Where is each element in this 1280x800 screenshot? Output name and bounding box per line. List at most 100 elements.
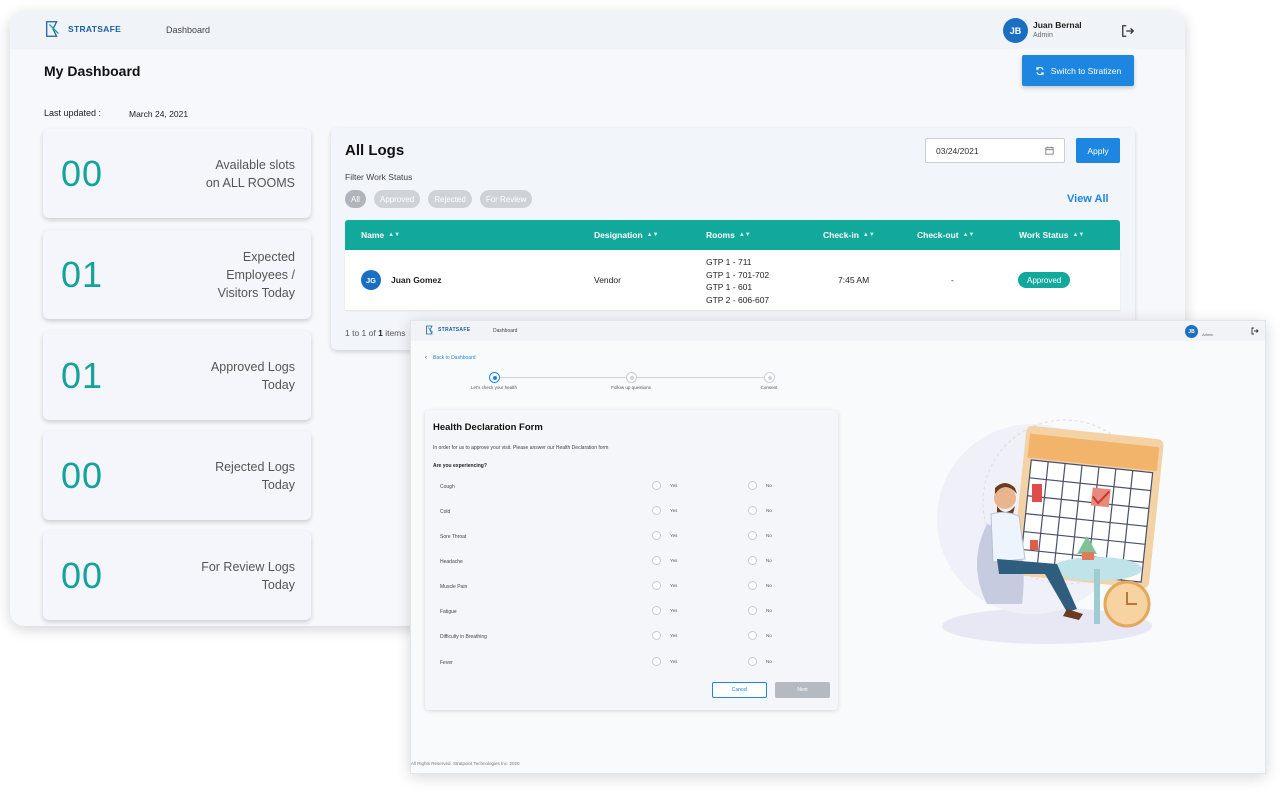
stratsafe-logo-icon bbox=[426, 325, 434, 335]
yes-label: Yes bbox=[670, 508, 678, 513]
cancel-button[interactable]: Cancel bbox=[712, 682, 767, 698]
date-filter-input[interactable]: 03/24/2021 bbox=[925, 138, 1065, 163]
filter-chip-for-review[interactable]: For Review bbox=[479, 190, 533, 208]
stat-card-for-review-logs: 00 For Review Logs Today bbox=[43, 531, 311, 620]
stat-label: Expected Employees / Visitors Today bbox=[217, 249, 295, 300]
column-header-label: Rooms bbox=[706, 230, 735, 240]
column-header-label: Designation bbox=[594, 230, 643, 240]
all-logs-panel: All Logs Filter Work Status All Approved… bbox=[331, 128, 1135, 350]
sort-icon: ▲▼ bbox=[962, 232, 975, 238]
calendar-icon[interactable] bbox=[1045, 146, 1054, 155]
view-all-link[interactable]: View All bbox=[1067, 193, 1109, 205]
back-to-dashboard-link[interactable]: ‹ Back to Dashboard bbox=[425, 355, 476, 361]
user-avatar[interactable]: JB bbox=[1185, 325, 1198, 338]
refresh-icon bbox=[1036, 66, 1044, 75]
user-avatar[interactable]: JB bbox=[1003, 18, 1028, 43]
switch-to-stratizen-button[interactable]: Switch to Stratizen bbox=[1022, 55, 1134, 86]
no-radio[interactable] bbox=[748, 531, 757, 540]
calendar-illustration bbox=[937, 419, 1164, 644]
no-label: No bbox=[766, 608, 772, 613]
stat-label: Available slots on ALL ROOMS bbox=[205, 157, 295, 190]
nav-dashboard-link[interactable]: Dashboard bbox=[493, 328, 517, 334]
no-label: No bbox=[766, 533, 772, 538]
logout-icon[interactable] bbox=[1121, 24, 1135, 38]
user-info: Juan Bernal Admin bbox=[1033, 20, 1082, 39]
step-3-indicator bbox=[764, 372, 775, 383]
no-radio[interactable] bbox=[748, 581, 757, 590]
symptom-row-fatigue: Fatigue Yes No bbox=[425, 606, 838, 618]
pagination-info: 1 to 1 of 1 items bbox=[345, 328, 406, 338]
no-label: No bbox=[766, 583, 772, 588]
yes-radio[interactable] bbox=[652, 606, 661, 615]
stratsafe-logo-icon bbox=[46, 21, 59, 37]
stat-card-rejected-logs: 00 Rejected Logs Today bbox=[43, 431, 311, 520]
apply-button[interactable]: Apply bbox=[1076, 138, 1120, 163]
sort-icon: ▲▼ bbox=[388, 232, 401, 238]
user-role: Admin bbox=[1202, 332, 1214, 337]
no-radio[interactable] bbox=[748, 556, 757, 565]
stat-label: Approved Logs Today bbox=[210, 359, 295, 392]
stat-label: Rejected Logs Today bbox=[215, 459, 295, 492]
symptom-row-difficulty-breathing: Difficulty in Breathing Yes No bbox=[425, 631, 838, 643]
stat-value: 01 bbox=[61, 253, 104, 295]
column-header-designation[interactable]: Designation ▲▼ bbox=[594, 230, 659, 240]
yes-label: Yes bbox=[670, 608, 678, 613]
yes-radio[interactable] bbox=[652, 581, 661, 590]
symptom-name: Fatigue bbox=[440, 609, 457, 615]
table-row[interactable]: JG Juan Gomez Vendor GTP 1 - 711 GTP 1 -… bbox=[345, 250, 1120, 310]
yes-label: Yes bbox=[670, 633, 678, 638]
column-header-label: Check-in bbox=[823, 230, 859, 240]
health-declaration-card: Health Declaration Form In order for us … bbox=[425, 410, 838, 710]
yes-radio[interactable] bbox=[652, 506, 661, 515]
stratsafe-logo[interactable]: STRATSAFE bbox=[44, 20, 121, 38]
all-logs-title: All Logs bbox=[345, 142, 405, 159]
stat-value: 00 bbox=[61, 454, 104, 496]
next-button[interactable]: Next bbox=[775, 682, 830, 698]
yes-radio[interactable] bbox=[652, 481, 661, 490]
date-filter-value: 03/24/2021 bbox=[936, 145, 979, 156]
symptom-name: Difficulty in Breathing bbox=[440, 634, 487, 640]
no-radio[interactable] bbox=[748, 657, 757, 666]
sort-icon: ▲▼ bbox=[1072, 232, 1085, 238]
no-radio[interactable] bbox=[748, 506, 757, 515]
column-header-check-in[interactable]: Check-in ▲▼ bbox=[823, 230, 875, 240]
symptom-name: Cold bbox=[440, 509, 451, 515]
column-header-label: Work Status bbox=[1019, 230, 1069, 240]
yes-label: Yes bbox=[670, 483, 678, 488]
form-top-bar: STRATSAFE Dashboard JB Admin bbox=[411, 321, 1265, 341]
user-name: Juan Bernal bbox=[1033, 20, 1082, 30]
column-header-check-out[interactable]: Check-out ▲▼ bbox=[917, 230, 974, 240]
symptom-name: Fever bbox=[440, 660, 453, 666]
filter-chip-rejected[interactable]: Rejected bbox=[428, 190, 472, 208]
yes-label: Yes bbox=[670, 583, 678, 588]
no-label: No bbox=[766, 508, 772, 513]
column-header-rooms[interactable]: Rooms ▲▼ bbox=[706, 230, 751, 240]
yes-radio[interactable] bbox=[652, 556, 661, 565]
column-header-name[interactable]: Name ▲▼ bbox=[361, 230, 400, 240]
no-label: No bbox=[766, 558, 772, 563]
user-role: Admin bbox=[1033, 32, 1053, 39]
filter-chip-approved[interactable]: Approved bbox=[374, 190, 421, 208]
filter-chip-all[interactable]: All bbox=[345, 190, 366, 208]
symptom-row-headache: Headache Yes No bbox=[425, 556, 838, 568]
row-avatar: JG bbox=[361, 270, 381, 290]
stat-value: 00 bbox=[61, 554, 104, 596]
yes-radio[interactable] bbox=[652, 657, 661, 666]
health-form-window: STRATSAFE Dashboard JB Admin ‹ Back to D… bbox=[410, 320, 1266, 774]
symptom-name: Headache bbox=[440, 559, 463, 565]
no-radio[interactable] bbox=[748, 481, 757, 490]
yes-radio[interactable] bbox=[652, 531, 661, 540]
no-radio[interactable] bbox=[748, 631, 757, 640]
column-header-work-status[interactable]: Work Status ▲▼ bbox=[1019, 230, 1084, 240]
symptom-row-cough: Cough Yes No bbox=[425, 481, 838, 493]
yes-radio[interactable] bbox=[652, 631, 661, 640]
stratsafe-logo[interactable]: STRATSAFE bbox=[425, 325, 470, 335]
logout-icon[interactable] bbox=[1251, 327, 1259, 335]
no-label: No bbox=[766, 483, 772, 488]
no-label: No bbox=[766, 659, 772, 664]
nav-dashboard-link[interactable]: Dashboard bbox=[166, 25, 210, 35]
pager-prefix: 1 to 1 of bbox=[345, 328, 379, 338]
form-question: Are you experiencing? bbox=[433, 463, 487, 469]
no-radio[interactable] bbox=[748, 606, 757, 615]
step-3-label: Consent bbox=[760, 385, 778, 390]
